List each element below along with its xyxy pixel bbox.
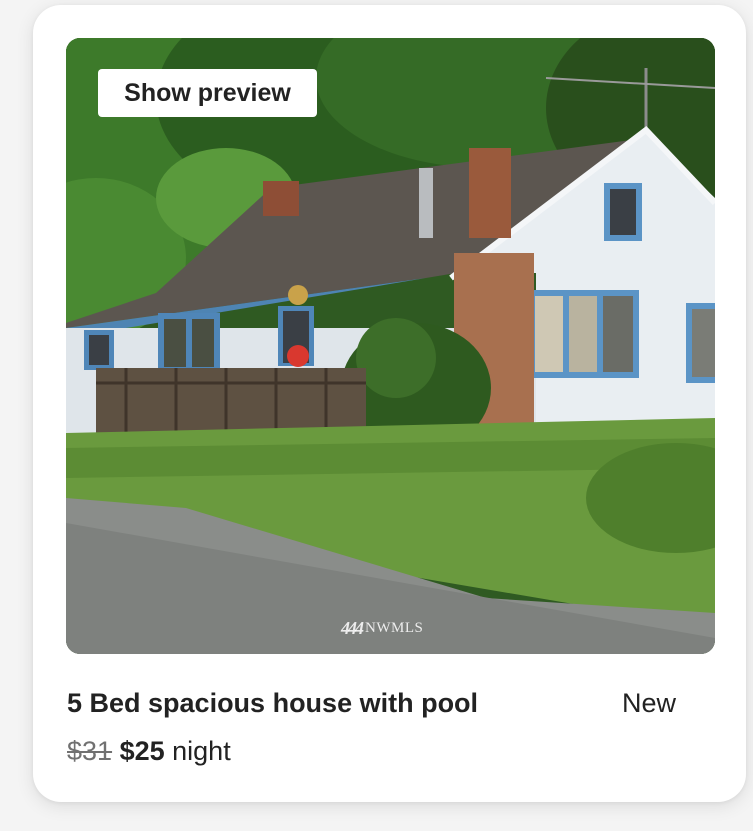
listing-title[interactable]: 5 Bed spacious house with pool [67, 688, 478, 719]
nwmls-watermark: 444 NWMLS [341, 618, 423, 639]
price-row: $31 $25 night [67, 736, 231, 767]
listing-card[interactable]: Show preview 444 NWMLS 5 Bed spacious ho… [33, 5, 746, 802]
listing-photo[interactable]: Show preview 444 NWMLS [66, 38, 715, 654]
price-unit: night [172, 736, 231, 766]
original-price: $31 [67, 736, 113, 766]
nwmls-logo-icon: 444 [341, 618, 364, 638]
new-badge: New [622, 688, 677, 718]
watermark-text: NWMLS [365, 620, 424, 636]
discounted-price: $25 [119, 736, 165, 766]
house-photo-illustration [66, 38, 715, 654]
show-preview-button[interactable]: Show preview [98, 69, 317, 117]
